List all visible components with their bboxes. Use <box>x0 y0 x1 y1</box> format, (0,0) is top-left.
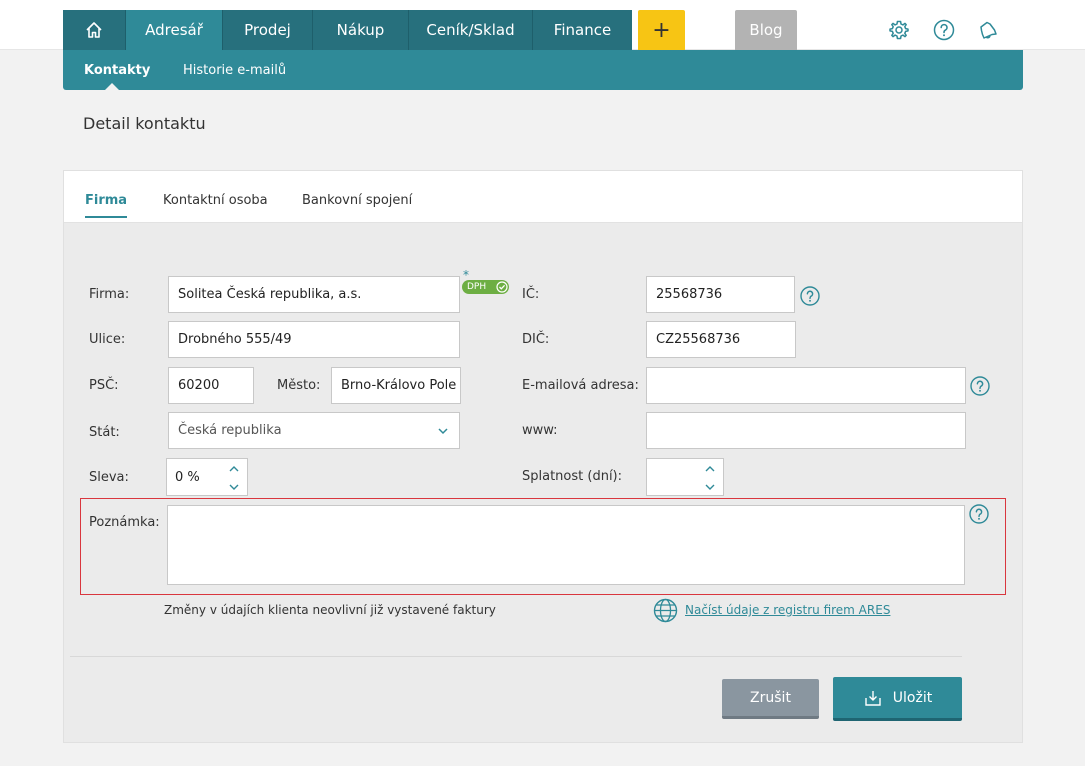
main-nav: Adresář Prodej Nákup Ceník/Sklad Finance <box>63 10 632 50</box>
info-text: Změny v údajích klienta neovlivní již vy… <box>164 603 496 617</box>
subnav-item-historie[interactable]: Historie e-mailů <box>183 50 286 90</box>
stat-select[interactable]: Česká republika <box>168 412 460 449</box>
nav-item-adresar[interactable]: Adresář <box>126 10 223 50</box>
ic-label: IČ: <box>522 287 540 302</box>
save-button[interactable]: Uložit <box>833 677 962 721</box>
home-icon <box>86 22 102 38</box>
bell-icon <box>980 21 997 39</box>
splatnost-label: Splatnost (dní): <box>522 469 623 484</box>
www-label: www: <box>522 423 558 438</box>
poznamka-label: Poznámka: <box>89 515 160 530</box>
settings-button[interactable] <box>888 19 910 41</box>
dic-label: DIČ: <box>522 332 550 347</box>
help-icon <box>969 504 989 524</box>
dph-badge: DPH <box>462 280 509 294</box>
globe-icon[interactable] <box>653 598 678 623</box>
splatnost-stepper[interactable] <box>646 458 724 496</box>
stat-label: Stát: <box>89 425 120 440</box>
nav-item-finance[interactable]: Finance <box>533 10 632 50</box>
nav-item-nakup[interactable]: Nákup <box>313 10 409 50</box>
tab-bankovni-spojeni[interactable]: Bankovní spojení <box>302 193 412 208</box>
note-help-button[interactable] <box>969 504 989 524</box>
ares-link[interactable]: Načíst údaje z registru firem ARES <box>685 603 890 617</box>
sleva-label: Sleva: <box>89 470 129 485</box>
email-label: E-mailová adresa: <box>522 378 639 393</box>
www-input[interactable] <box>646 412 966 449</box>
dic-input[interactable]: CZ25568736 <box>646 321 796 358</box>
check-icon <box>496 281 508 293</box>
ic-help-button[interactable] <box>800 286 820 306</box>
stepper-arrows-icon[interactable] <box>705 465 715 491</box>
ic-input[interactable]: 25568736 <box>646 276 795 313</box>
firma-input[interactable]: Solitea Česká republika, a.s. <box>168 276 460 313</box>
poznamka-textarea[interactable] <box>167 505 965 585</box>
help-icon <box>800 286 820 306</box>
nav-item-prodej[interactable]: Prodej <box>223 10 313 50</box>
ulice-input[interactable]: Drobného 555/49 <box>168 321 460 358</box>
psc-label: PSČ: <box>89 378 119 393</box>
mesto-input[interactable]: Brno-Královo Pole <box>331 367 461 404</box>
divider <box>70 656 962 657</box>
cancel-button[interactable]: Zrušit <box>722 679 819 719</box>
quick-add-button[interactable]: + <box>638 10 685 50</box>
contact-card: Firma Kontaktní osoba Bankovní spojení <box>63 170 1023 743</box>
mesto-label: Město: <box>277 378 321 393</box>
chevron-down-icon <box>438 428 448 435</box>
stepper-arrows-icon[interactable] <box>229 465 239 491</box>
sub-nav: Kontakty Historie e-mailů <box>63 50 1023 90</box>
help-button[interactable] <box>933 19 955 41</box>
tab-kontaktni-osoba[interactable]: Kontaktní osoba <box>163 193 268 208</box>
notifications-button[interactable] <box>977 19 999 41</box>
active-caret <box>105 83 119 90</box>
gear-icon <box>889 20 909 40</box>
email-input[interactable] <box>646 367 966 404</box>
ulice-label: Ulice: <box>89 332 126 347</box>
save-icon <box>865 690 881 706</box>
nav-home[interactable] <box>63 10 126 50</box>
help-icon <box>933 19 955 41</box>
page-title: Detail kontaktu <box>83 114 206 133</box>
tab-bar: Firma Kontaktní osoba Bankovní spojení <box>64 171 1022 223</box>
nav-item-cenik-sklad[interactable]: Ceník/Sklad <box>409 10 533 50</box>
psc-input[interactable]: 60200 <box>168 367 254 404</box>
sleva-stepper[interactable]: 0 % <box>166 458 248 496</box>
email-help-button[interactable] <box>970 376 990 396</box>
tab-firma[interactable]: Firma <box>85 193 128 218</box>
firma-label: Firma: <box>89 287 130 302</box>
help-icon <box>970 376 990 396</box>
blog-button[interactable]: Blog <box>735 10 797 50</box>
